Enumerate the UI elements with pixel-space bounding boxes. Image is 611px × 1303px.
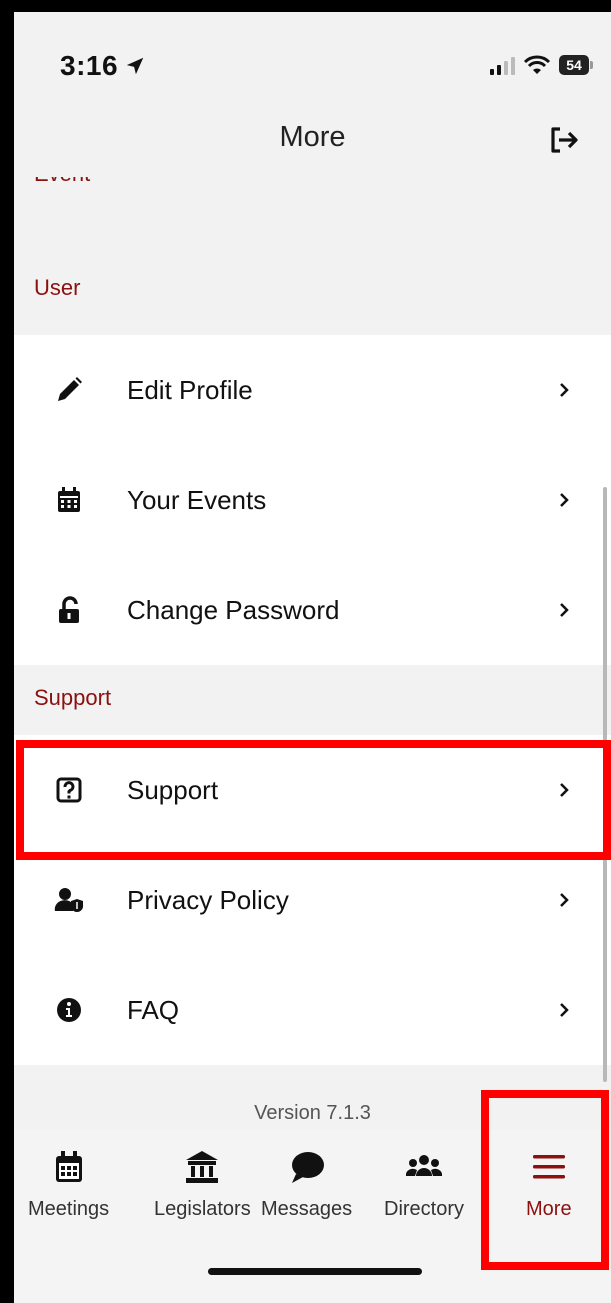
battery-level: 54 xyxy=(566,57,582,73)
tab-legislators[interactable]: Legislators xyxy=(154,1148,251,1221)
app-version: Version 7.1.3 xyxy=(254,1102,371,1124)
chevron-right-icon xyxy=(560,1003,569,1017)
users-icon xyxy=(405,1155,443,1176)
tab-meetings[interactable]: Meetings xyxy=(28,1148,109,1221)
chevron-right-icon xyxy=(560,783,569,797)
section-heading-user-label: User xyxy=(34,275,81,300)
unlock-icon xyxy=(52,593,86,627)
section-heading-event: Event xyxy=(34,177,90,187)
logout-icon[interactable] xyxy=(547,123,581,157)
chevron-right-icon xyxy=(560,493,569,507)
tab-label: Messages xyxy=(261,1198,353,1220)
question-box-icon xyxy=(52,773,86,807)
tab-label: Directory xyxy=(384,1198,465,1220)
section-heading-support-label: Support xyxy=(34,685,112,710)
battery-icon: 54 xyxy=(559,55,593,75)
status-time-text: 3:16 xyxy=(60,50,119,81)
menu-item-label: FAQ xyxy=(127,994,180,1025)
user-shield-icon xyxy=(52,883,86,917)
tab-directory[interactable]: Directory xyxy=(384,1148,464,1221)
tab-label: Meetings xyxy=(28,1198,110,1220)
menu-item-support[interactable]: Support xyxy=(14,735,611,845)
tab-messages[interactable]: Messages xyxy=(261,1148,352,1221)
chevron-right-icon xyxy=(560,893,569,907)
hamburger-icon xyxy=(532,1155,565,1179)
cellular-signal-icon xyxy=(490,57,515,75)
more-menu-list[interactable]: Event User Edit Profile Your Eve xyxy=(14,177,611,1097)
menu-item-edit-profile[interactable]: Edit Profile xyxy=(14,335,611,445)
calendar-icon xyxy=(52,483,86,517)
menu-item-label: Change Password xyxy=(127,594,340,625)
calendar-icon xyxy=(55,1151,82,1182)
menu-item-label: Edit Profile xyxy=(127,374,253,405)
menu-item-change-password[interactable]: Change Password xyxy=(14,555,611,665)
status-time: 3:16 xyxy=(60,50,146,82)
menu-item-faq[interactable]: FAQ xyxy=(14,955,611,1065)
nav-header: More xyxy=(14,107,611,177)
menu-item-your-events[interactable]: Your Events xyxy=(14,445,611,555)
landmark-icon xyxy=(186,1151,219,1183)
system-icons: 54 xyxy=(489,54,593,76)
tab-label: More xyxy=(526,1198,572,1220)
home-indicator xyxy=(208,1268,422,1275)
chevron-right-icon xyxy=(560,383,569,397)
tab-label: Legislators xyxy=(154,1198,251,1220)
chevron-right-icon xyxy=(560,603,569,617)
pencil-icon xyxy=(52,373,86,407)
menu-item-label: Your Events xyxy=(127,484,267,515)
menu-item-privacy-policy[interactable]: Privacy Policy xyxy=(14,845,611,955)
page-title: More xyxy=(279,121,346,153)
location-arrow-icon xyxy=(126,57,144,75)
info-circle-icon xyxy=(52,993,86,1027)
wifi-icon xyxy=(523,55,551,74)
scrollbar[interactable] xyxy=(603,487,607,1082)
phone-screen: 3:16 54 More User Edit Profile Your Even… xyxy=(14,12,611,1303)
section-heading-user: User xyxy=(14,255,611,321)
section-heading-support: Support xyxy=(14,665,611,731)
menu-item-label: Support xyxy=(127,774,219,805)
tab-more[interactable]: More xyxy=(526,1148,572,1221)
tab-bar: Meetings Legislators Messages Directory … xyxy=(14,1130,611,1303)
menu-item-label: Privacy Policy xyxy=(127,884,289,915)
status-bar: 3:16 54 xyxy=(14,12,611,107)
chat-bubble-icon xyxy=(291,1152,324,1183)
